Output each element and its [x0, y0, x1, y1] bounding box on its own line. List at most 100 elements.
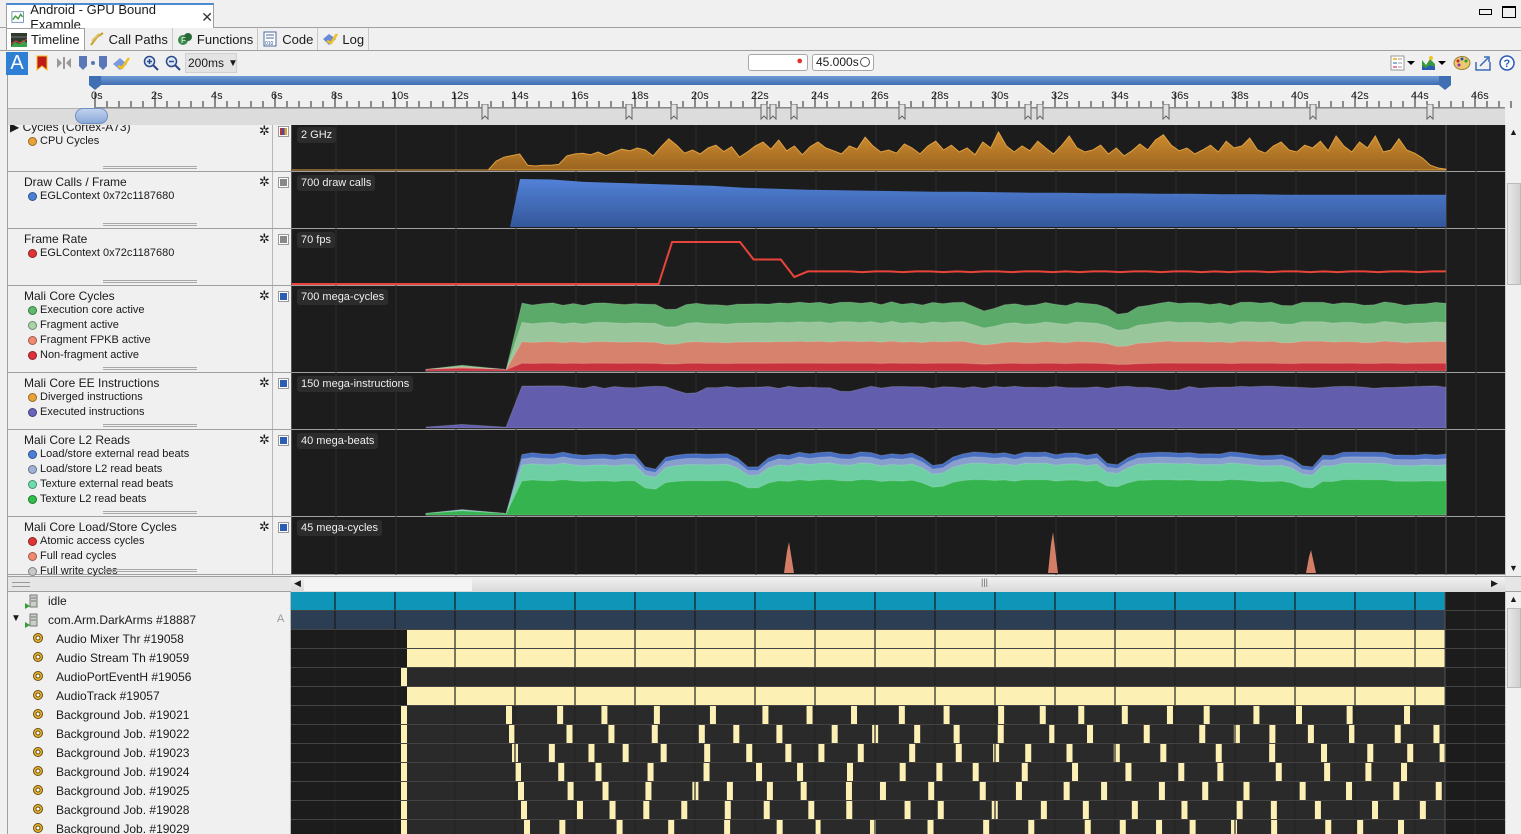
- legend-item[interactable]: EGLContext 0x72c1187680: [28, 190, 174, 202]
- thread-activity-plot[interactable]: [291, 630, 1505, 649]
- tab-timeline[interactable]: Timeline: [6, 28, 85, 50]
- legend-item[interactable]: Atomic access cycles: [28, 535, 145, 547]
- export-button[interactable]: [1475, 54, 1493, 72]
- thread-row[interactable]: Background Job. #19021: [8, 706, 1505, 725]
- tab-code[interactable]: 010 Code: [258, 28, 319, 50]
- color-palette-button[interactable]: [1453, 54, 1471, 72]
- legend-item[interactable]: Executed instructions: [28, 406, 145, 418]
- thread-row[interactable]: Audio Mixer Thr #19058: [8, 630, 1505, 649]
- zoom-level-select[interactable]: 200ms ▼: [185, 53, 238, 73]
- legend-item[interactable]: Full read cycles: [28, 550, 116, 562]
- tab-call-paths[interactable]: Call Paths: [84, 28, 173, 50]
- thread-activity-plot[interactable]: [291, 820, 1505, 834]
- scroll-up-icon[interactable]: ▲: [1509, 127, 1518, 137]
- scroll-right-icon[interactable]: ▶: [1491, 578, 1498, 589]
- gear-icon[interactable]: ✲: [259, 433, 270, 446]
- split-button[interactable]: [56, 54, 72, 72]
- thread-activity-plot[interactable]: [291, 611, 1505, 630]
- thread-row[interactable]: Background Job. #19028: [8, 801, 1505, 820]
- thread-label-panel[interactable]: ▼ com.Arm.DarkArms #18887 A: [8, 611, 291, 630]
- thread-label-panel[interactable]: AudioTrack #19057: [8, 687, 291, 706]
- process-row[interactable]: idle: [8, 592, 1505, 611]
- chart-label-panel[interactable]: ▶ Cycles (Cortex-A73) CPU Cycles ✲: [8, 125, 289, 171]
- range-markers-button[interactable]: [78, 54, 108, 72]
- chart-plot[interactable]: 700 draw calls: [291, 172, 1505, 229]
- selected-range-bar[interactable]: [95, 76, 1445, 85]
- series-color-toggle[interactable]: [278, 291, 289, 302]
- bookmark-marker[interactable]: [1024, 104, 1032, 121]
- legend-item[interactable]: Texture external read beats: [28, 478, 173, 490]
- thread-label-panel[interactable]: Background Job. #19024: [8, 763, 291, 782]
- legend-item[interactable]: Diverged instructions: [28, 391, 143, 403]
- thread-activity-plot[interactable]: [291, 592, 1505, 611]
- legend-item[interactable]: CPU Cycles: [28, 135, 99, 147]
- series-color-toggle[interactable]: [278, 522, 289, 533]
- thread-label-panel[interactable]: Background Job. #19022: [8, 725, 291, 744]
- horizontal-scroll-thumb[interactable]: [304, 578, 472, 591]
- legend-options-button[interactable]: [1390, 54, 1418, 72]
- chart-plot[interactable]: 150 mega-instructions: [291, 373, 1505, 430]
- annotation-lock-badge[interactable]: A: [277, 613, 284, 625]
- annotation-tool-button[interactable]: [112, 54, 130, 72]
- thread-activity-plot[interactable]: [291, 668, 1505, 687]
- series-color-toggle[interactable]: [278, 234, 289, 245]
- thread-row[interactable]: Background Job. #19025: [8, 782, 1505, 801]
- thread-row[interactable]: Background Job. #19023: [8, 744, 1505, 763]
- row-resize-grip[interactable]: [103, 280, 197, 283]
- zoom-out-button[interactable]: [165, 54, 181, 72]
- location-input[interactable]: ●: [748, 54, 808, 71]
- minimize-button[interactable]: [1478, 6, 1492, 18]
- bookmark-marker[interactable]: [898, 104, 906, 121]
- chart-plot[interactable]: 45 mega-cycles: [291, 517, 1505, 575]
- thread-activity-plot[interactable]: [291, 687, 1505, 706]
- bookmark-marker[interactable]: [760, 104, 768, 121]
- legend-item[interactable]: Non-fragment active: [28, 349, 139, 361]
- time-input[interactable]: 45.000s: [812, 54, 874, 71]
- series-color-toggle[interactable]: [278, 126, 289, 137]
- thread-row[interactable]: Background Job. #19024: [8, 763, 1505, 782]
- thread-label-panel[interactable]: Background Job. #19021: [8, 706, 291, 725]
- horizontal-scroll-track[interactable]: ◀ ||| ▶: [291, 577, 1505, 592]
- row-resize-grip[interactable]: [103, 424, 197, 427]
- thread-label-panel[interactable]: Background Job. #19025: [8, 782, 291, 801]
- charts-scroll-thumb[interactable]: [1507, 183, 1521, 285]
- row-resize-grip[interactable]: [103, 367, 197, 370]
- gear-icon[interactable]: ✲: [259, 520, 270, 533]
- thread-label-panel[interactable]: Audio Mixer Thr #19058: [8, 630, 291, 649]
- chart-label-panel[interactable]: Mali Core EE Instructions Diverged instru…: [8, 373, 289, 429]
- chart-plot[interactable]: 70 fps: [291, 229, 1505, 286]
- bookmark-marker[interactable]: [481, 104, 489, 121]
- bookmark-marker[interactable]: [769, 104, 777, 121]
- thread-activity-plot[interactable]: [291, 801, 1505, 820]
- bookmark-marker[interactable]: [1036, 104, 1044, 121]
- threads-vertical-scrollbar[interactable]: ▲: [1505, 592, 1521, 834]
- chart-title[interactable]: ▶ Cycles (Cortex-A73): [10, 125, 131, 134]
- series-color-toggle[interactable]: [278, 177, 289, 188]
- row-resize-grip[interactable]: [103, 223, 197, 226]
- legend-item[interactable]: EGLContext 0x72c1187680: [28, 247, 174, 259]
- chart-label-panel[interactable]: Draw Calls / Frame EGLContext 0x72c118768…: [8, 172, 289, 228]
- legend-item[interactable]: Fragment active: [28, 319, 119, 331]
- series-color-toggle[interactable]: [278, 378, 289, 389]
- thread-row[interactable]: Background Job. #19022: [8, 725, 1505, 744]
- gear-icon[interactable]: ✲: [259, 175, 270, 188]
- scroll-up-icon[interactable]: ▲: [1509, 594, 1518, 604]
- chart-plot[interactable]: 700 mega-cycles: [291, 286, 1505, 373]
- chart-plot[interactable]: 2 GHz: [291, 125, 1505, 172]
- gear-icon[interactable]: ✲: [259, 376, 270, 389]
- row-resize-grip[interactable]: [103, 569, 197, 572]
- chart-label-panel[interactable]: Mali Core Load/Store Cycles Atomic access…: [8, 517, 289, 576]
- legend-item[interactable]: Execution core active: [28, 304, 145, 316]
- bookmark-marker[interactable]: [1309, 104, 1317, 121]
- help-button[interactable]: ?: [1498, 54, 1516, 72]
- thread-label-panel[interactable]: Background Job. #19029: [8, 820, 291, 834]
- chart-label-panel[interactable]: Frame Rate EGLContext 0x72c1187680 ✲: [8, 229, 289, 285]
- chart-config-button[interactable]: [1421, 54, 1449, 72]
- horizontal-scrollbar[interactable]: ◀ ||| ▶: [8, 576, 1521, 592]
- expand-toggle-icon[interactable]: ▼: [11, 613, 21, 624]
- thread-label-panel[interactable]: Background Job. #19023: [8, 744, 291, 763]
- bookmark-marker[interactable]: [1162, 104, 1170, 121]
- tab-log[interactable]: Log: [318, 28, 370, 50]
- gear-icon[interactable]: ✲: [259, 125, 270, 137]
- thread-activity-plot[interactable]: [291, 725, 1505, 744]
